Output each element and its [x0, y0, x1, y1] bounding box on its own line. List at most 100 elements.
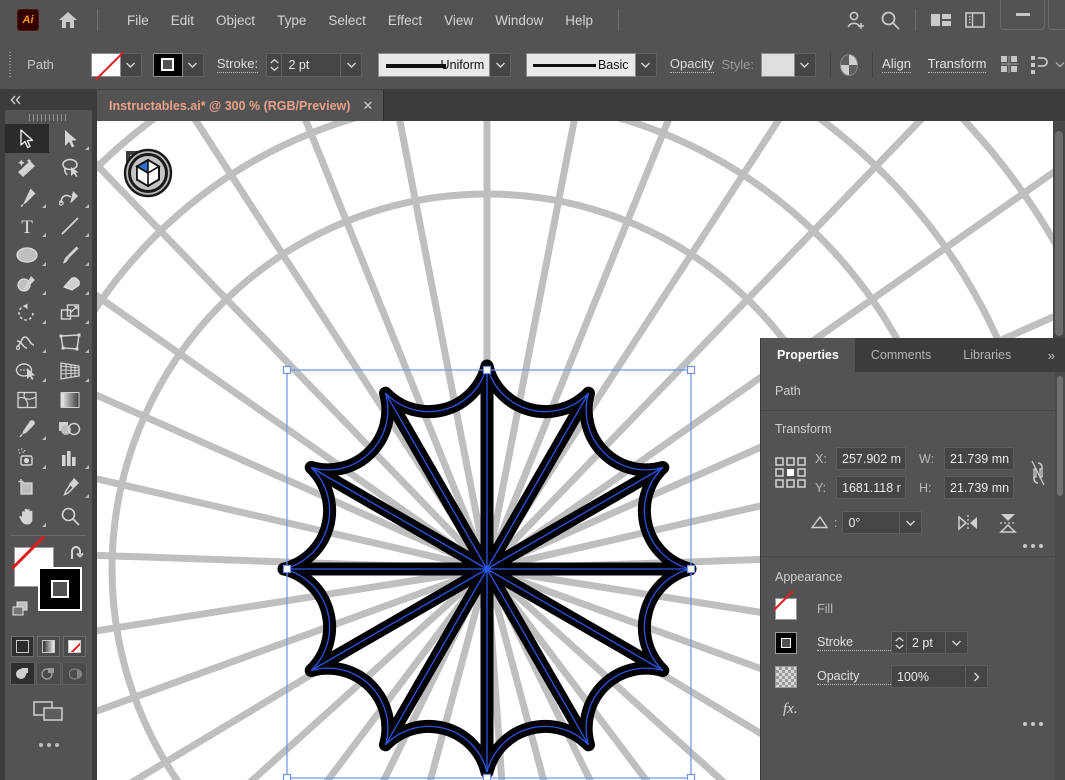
menu-type[interactable]: Type: [266, 9, 317, 32]
chevron-down-icon[interactable]: [1055, 61, 1065, 68]
pen-tool[interactable]: [5, 182, 49, 211]
eyedropper-tool[interactable]: [5, 414, 49, 443]
stroke-weight-stepper[interactable]: [266, 53, 281, 77]
fill-swatch[interactable]: [91, 53, 121, 77]
menu-select[interactable]: Select: [317, 9, 377, 32]
curvature-tool[interactable]: [49, 182, 93, 211]
rotate-tool[interactable]: [5, 298, 49, 327]
stroke-profile-control[interactable]: Uniform: [378, 53, 511, 77]
line-segment-tool[interactable]: [49, 211, 93, 240]
swap-fill-stroke-icon[interactable]: [68, 545, 86, 561]
lasso-tool[interactable]: [49, 153, 93, 182]
menu-view[interactable]: View: [433, 9, 484, 32]
stroke-color-control[interactable]: [153, 53, 204, 77]
style-swatch[interactable]: [761, 53, 795, 77]
eraser-tool[interactable]: [49, 269, 93, 298]
draw-inside-icon[interactable]: [62, 662, 87, 685]
panel-collapse-icon[interactable]: »: [1038, 338, 1065, 372]
control-bar-grip[interactable]: [9, 52, 13, 78]
minimize-button[interactable]: [1000, 0, 1045, 30]
transform-button[interactable]: Transform: [928, 56, 987, 73]
free-transform-tool[interactable]: [49, 327, 93, 356]
y-input[interactable]: 1681.118 r: [836, 476, 906, 499]
stroke-weight-control[interactable]: 2 pt: [266, 53, 362, 77]
type-tool[interactable]: T: [5, 211, 49, 240]
angle-dropdown-icon[interactable]: [900, 511, 922, 534]
draw-behind-icon[interactable]: [36, 662, 61, 685]
angle-input[interactable]: 0°: [842, 511, 900, 534]
stroke-swatch-large[interactable]: [38, 567, 82, 611]
brush-definition-value[interactable]: Basic: [526, 53, 636, 77]
appearance-fill-swatch[interactable]: [775, 598, 797, 620]
flip-vertical-icon[interactable]: [996, 512, 1020, 534]
hand-tool[interactable]: [5, 501, 49, 530]
direct-selection-tool[interactable]: [49, 124, 93, 153]
switch-workspace-icon[interactable]: [958, 0, 992, 40]
perspective-grid-tool[interactable]: [49, 356, 93, 385]
selection-tool[interactable]: [5, 124, 49, 153]
add-user-icon[interactable]: [839, 0, 873, 40]
home-icon[interactable]: [57, 9, 79, 31]
canvas-scrollbar-thumb[interactable]: [1055, 131, 1063, 336]
paintbrush-tool[interactable]: [49, 240, 93, 269]
brush-dropdown-icon[interactable]: [636, 53, 657, 77]
stroke-weight-label[interactable]: Stroke:: [217, 56, 258, 73]
width-tool[interactable]: [5, 327, 49, 356]
shaper-tool[interactable]: [5, 269, 49, 298]
draw-normal-icon[interactable]: [10, 662, 35, 685]
artboard-tool[interactable]: [5, 472, 49, 501]
opacity-label[interactable]: Opacity: [670, 56, 714, 73]
stroke-weight-input[interactable]: 2 pt: [281, 53, 341, 77]
flip-horizontal-icon[interactable]: [956, 513, 980, 533]
brush-definition-control[interactable]: Basic: [526, 53, 657, 77]
appearance-stroke-stepper[interactable]: [891, 631, 906, 654]
properties-scrollbar[interactable]: [1055, 372, 1065, 780]
profile-dropdown-icon[interactable]: [490, 53, 511, 77]
menu-file[interactable]: File: [116, 9, 160, 32]
edit-toolbar-icon[interactable]: [5, 723, 92, 747]
menu-object[interactable]: Object: [205, 9, 266, 32]
default-fill-stroke-icon[interactable]: [12, 601, 30, 619]
magic-wand-tool[interactable]: [5, 153, 49, 182]
tools-panel-collapse[interactable]: [0, 90, 97, 110]
stroke-profile-value[interactable]: Uniform: [378, 53, 490, 77]
fill-color-control[interactable]: [91, 53, 142, 77]
stroke-swatch[interactable]: [153, 53, 183, 77]
opacity-disc-icon[interactable]: [840, 54, 859, 76]
menu-help[interactable]: Help: [554, 9, 604, 32]
appearance-opacity-input[interactable]: 100%: [891, 665, 966, 688]
shape-builder-tool[interactable]: [5, 356, 49, 385]
search-icon[interactable]: [873, 0, 907, 40]
color-mode-icon[interactable]: [11, 636, 34, 657]
appearance-stroke-swatch[interactable]: [775, 632, 797, 654]
gradient-tool[interactable]: [49, 385, 93, 414]
symbol-sprayer-tool[interactable]: [5, 443, 49, 472]
change-screen-mode-icon[interactable]: [5, 685, 92, 723]
align-grid-icon[interactable]: [1001, 56, 1019, 74]
menu-edit[interactable]: Edit: [160, 9, 205, 32]
properties-scrollbar-thumb[interactable]: [1057, 376, 1063, 496]
w-input[interactable]: 21.739 mn: [944, 447, 1014, 470]
blend-tool[interactable]: [49, 414, 93, 443]
stroke-dropdown-icon[interactable]: [183, 53, 204, 77]
slice-tool[interactable]: [49, 472, 93, 501]
document-tab[interactable]: Instructables.ai* @ 300 % (RGB/Preview) …: [97, 90, 384, 121]
appearance-opacity-swatch[interactable]: [775, 666, 797, 688]
constrain-proportions-unlinked-icon[interactable]: [1025, 460, 1051, 486]
fill-dropdown-icon[interactable]: [121, 53, 142, 77]
tab-libraries[interactable]: Libraries: [947, 338, 1027, 372]
arrange-documents-icon[interactable]: [924, 0, 958, 40]
appearance-stroke-dropdown-icon[interactable]: [946, 631, 968, 654]
appearance-stroke-label[interactable]: Stroke: [817, 635, 891, 651]
instructables-logo-badge[interactable]: [125, 150, 171, 196]
distribute-icon[interactable]: [1030, 56, 1048, 74]
align-button[interactable]: Align: [882, 56, 911, 73]
maximize-button[interactable]: [1048, 0, 1065, 30]
appearance-more-options-icon[interactable]: [1023, 722, 1043, 726]
tab-comments[interactable]: Comments: [855, 338, 947, 372]
menu-effect[interactable]: Effect: [377, 9, 433, 32]
tab-properties[interactable]: Properties: [761, 338, 855, 372]
appearance-stroke-weight-input[interactable]: 2 pt: [906, 631, 946, 654]
appearance-opacity-label[interactable]: Opacity: [817, 669, 891, 685]
h-input[interactable]: 21.739 mn: [944, 476, 1014, 499]
